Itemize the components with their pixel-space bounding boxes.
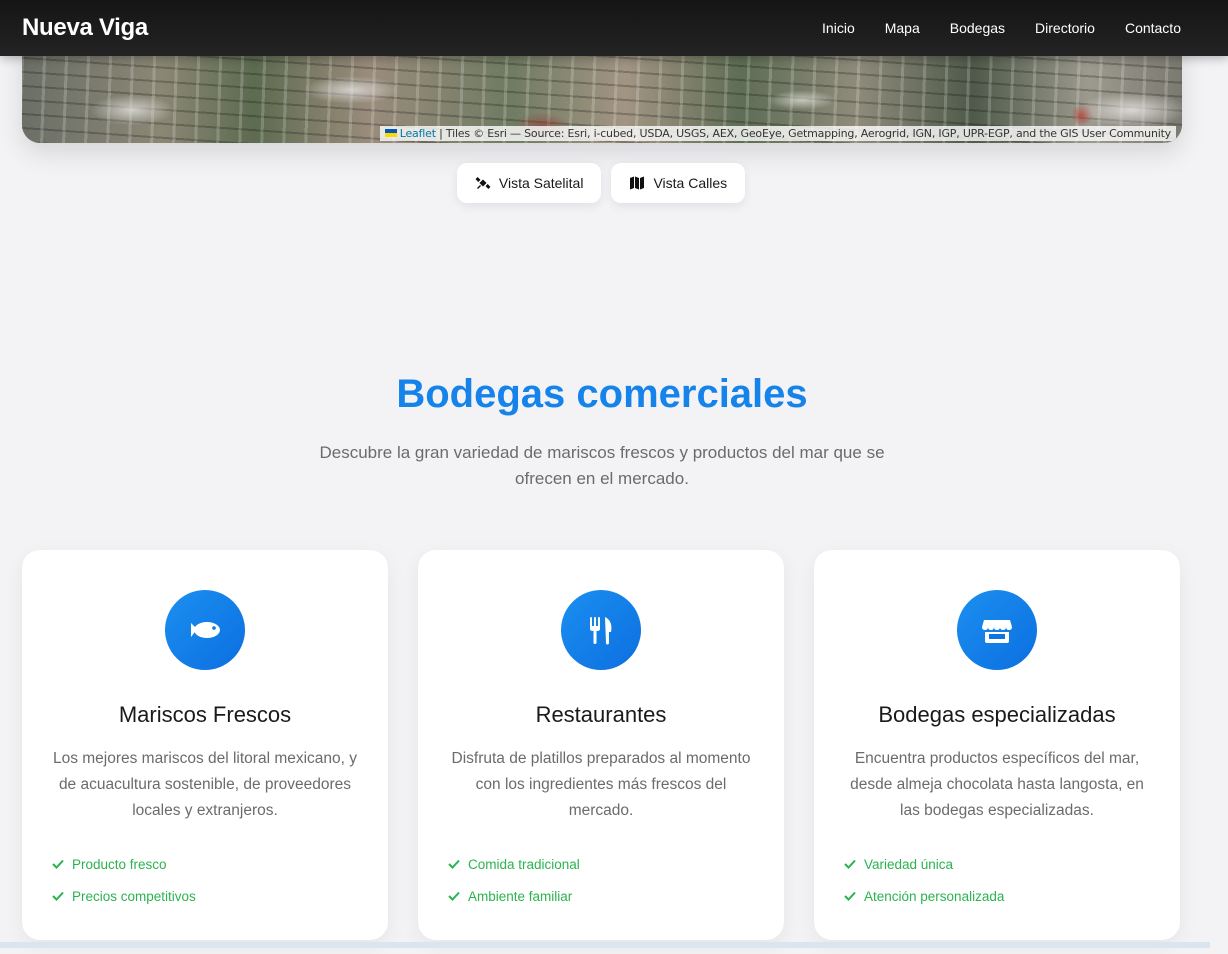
card-icon-badge xyxy=(561,590,641,670)
list-item: Producto fresco xyxy=(52,848,196,880)
streets-view-button[interactable]: Vista Calles xyxy=(611,163,746,203)
attribution-text: | Tiles © Esri — Source: Esri, i-cubed, … xyxy=(439,127,1171,140)
feature-list: Producto fresco Precios competitivos xyxy=(52,848,196,912)
brand-logo[interactable]: Nueva Viga xyxy=(22,14,148,42)
list-item: Atención personalizada xyxy=(844,880,1004,912)
nav-contacto[interactable]: Contacto xyxy=(1125,20,1181,36)
streets-view-label: Vista Calles xyxy=(653,175,728,191)
map-attribution: Leaflet | Tiles © Esri — Source: Esri, i… xyxy=(379,126,1176,141)
check-icon xyxy=(448,859,460,869)
list-item: Variedad única xyxy=(844,848,1004,880)
card-icon-badge xyxy=(165,590,245,670)
nav-mapa[interactable]: Mapa xyxy=(885,20,920,36)
card-title: Mariscos Frescos xyxy=(118,702,292,727)
list-item: Precios competitivos xyxy=(52,880,196,912)
feature-label: Variedad única xyxy=(864,856,954,872)
feature-label: Comida tradicional xyxy=(468,856,580,872)
check-icon xyxy=(52,891,64,901)
map-icon xyxy=(630,176,645,190)
feature-list: Variedad única Atención personalizada xyxy=(844,848,1004,912)
section-title: Bodegas comerciales xyxy=(396,372,808,416)
feature-label: Producto fresco xyxy=(72,856,167,872)
next-section-edge xyxy=(0,942,1210,948)
feature-cards: Mariscos Frescos Los mejores mariscos de… xyxy=(22,550,1180,940)
utensils-icon xyxy=(590,617,612,645)
list-item: Ambiente familiar xyxy=(448,880,580,912)
feature-label: Precios competitivos xyxy=(72,888,196,904)
nav-directorio[interactable]: Directorio xyxy=(1035,20,1095,36)
card-description: Disfruta de platillos preparados al mome… xyxy=(451,750,751,819)
card-bodegas-especializadas: Bodegas especializadas Encuentra product… xyxy=(814,550,1180,940)
site-header: Nueva Viga Inicio Mapa Bodegas Directori… xyxy=(0,0,1228,56)
satellite-icon xyxy=(475,177,491,189)
card-description: Los mejores mariscos del litoral mexican… xyxy=(52,750,358,819)
check-icon xyxy=(448,891,460,901)
ukraine-flag-icon xyxy=(384,129,397,137)
card-mariscos-frescos: Mariscos Frescos Los mejores mariscos de… xyxy=(22,550,388,940)
main-nav: Inicio Mapa Bodegas Directorio Contacto xyxy=(822,20,1206,36)
feature-label: Ambiente familiar xyxy=(468,888,573,904)
check-icon xyxy=(844,859,856,869)
section-subtitle: Descubre la gran variedad de mariscos fr… xyxy=(319,443,885,488)
nav-inicio[interactable]: Inicio xyxy=(822,20,855,36)
list-item: Comida tradicional xyxy=(448,848,580,880)
check-icon xyxy=(844,891,856,901)
card-title: Restaurantes xyxy=(535,702,667,727)
card-title: Bodegas especializadas xyxy=(878,702,1116,727)
map-view-toggles: Vista Satelital Vista Calles xyxy=(0,163,1228,203)
feature-label: Atención personalizada xyxy=(864,888,1005,904)
leaflet-link[interactable]: Leaflet xyxy=(400,127,436,140)
card-restaurantes: Restaurantes Disfruta de platillos prepa… xyxy=(418,550,784,940)
card-icon-badge xyxy=(957,590,1037,670)
nav-bodegas[interactable]: Bodegas xyxy=(950,20,1005,36)
satellite-view-label: Vista Satelital xyxy=(498,175,584,191)
fish-icon xyxy=(191,622,220,638)
card-description: Encuentra productos específicos del mar,… xyxy=(850,750,1144,819)
store-icon xyxy=(982,620,1012,643)
satellite-view-button[interactable]: Vista Satelital xyxy=(456,163,602,203)
check-icon xyxy=(52,859,64,869)
feature-list: Comida tradicional Ambiente familiar xyxy=(448,848,580,912)
